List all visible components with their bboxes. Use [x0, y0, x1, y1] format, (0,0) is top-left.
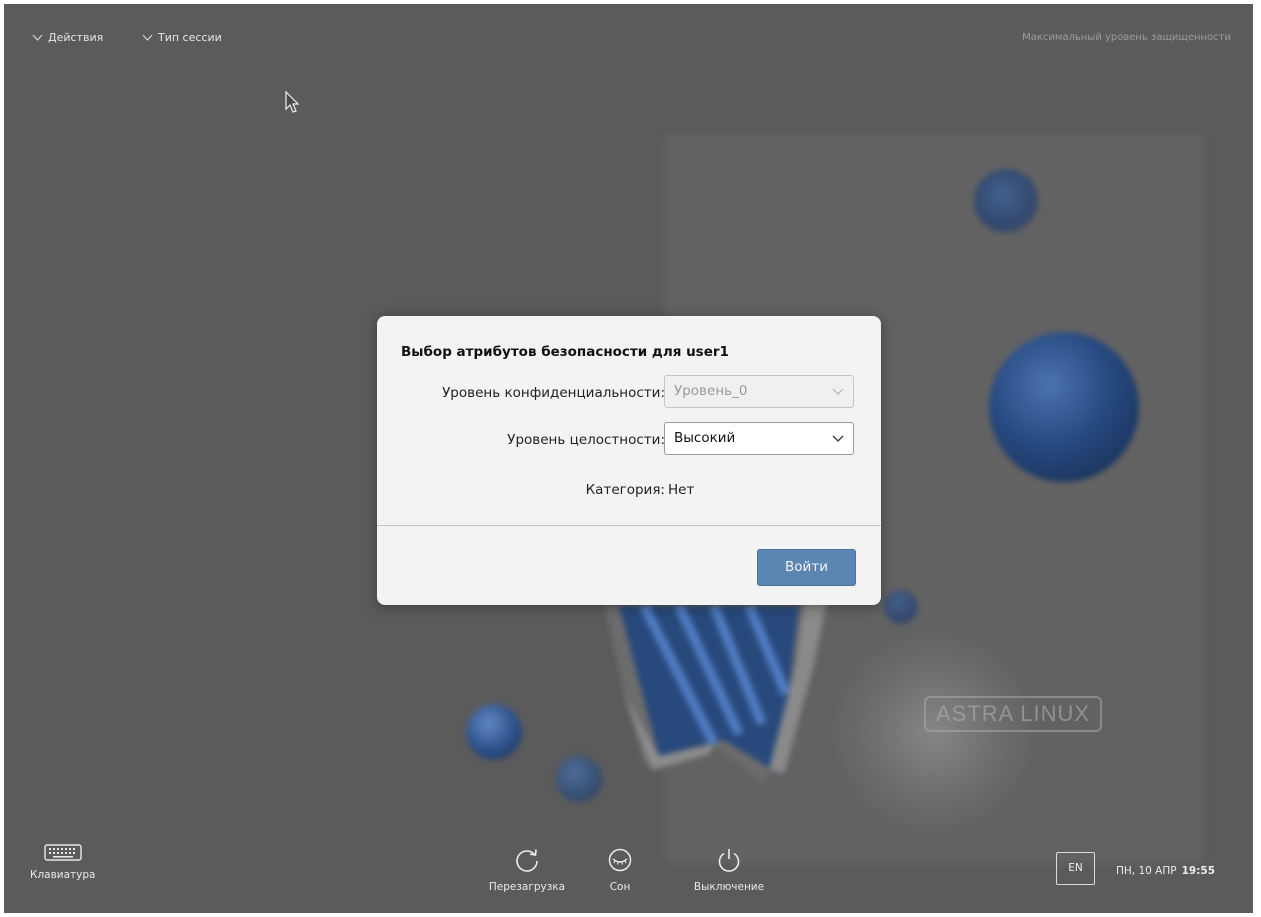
category-label: Категория: — [585, 482, 665, 498]
integrity-label: Уровень целостности: — [507, 432, 665, 448]
security-level-label: Максимальный уровень защищенности — [1022, 32, 1231, 43]
restart-label: Перезагрузка — [488, 881, 566, 893]
power-icon — [718, 849, 740, 872]
confidentiality-value: Уровень_0 — [674, 383, 748, 399]
actions-menu-label: Действия — [48, 31, 104, 44]
sleep-label: Сон — [609, 881, 631, 893]
wallpaper-sphere — [556, 756, 602, 802]
wallpaper-sphere — [466, 704, 522, 760]
actions-menu[interactable]: Действия — [32, 31, 103, 44]
security-attributes-dialog: Выбор атрибутов безопасности для user1 У… — [377, 316, 881, 605]
chevron-down-icon — [832, 388, 844, 395]
shutdown-button[interactable]: Выключение — [684, 847, 774, 893]
wallpaper-sphere — [884, 590, 918, 624]
time-label: 19:55 — [1181, 865, 1216, 877]
language-indicator[interactable]: EN — [1056, 852, 1095, 885]
chevron-down-icon — [832, 435, 844, 442]
astra-linux-logo: ASTRA LINUX — [924, 696, 1103, 732]
integrity-select[interactable]: Высокий — [664, 422, 854, 455]
wallpaper-sphere — [974, 169, 1038, 233]
session-type-menu-label: Тип сессии — [158, 31, 222, 44]
restart-button[interactable]: Перезагрузка — [482, 847, 572, 893]
wallpaper-sphere — [989, 332, 1139, 482]
keyboard-icon — [44, 844, 82, 861]
date-time: ПН, 10 АПР 19:55 — [1116, 865, 1215, 877]
mouse-cursor-icon — [285, 91, 300, 113]
login-screen: ASTRA LINUX Действия Тип сессии Максимал… — [4, 4, 1253, 913]
chevron-down-icon — [32, 34, 43, 41]
sleep-button[interactable]: Сон — [600, 847, 640, 893]
date-label: ПН, 10 АПР — [1116, 865, 1177, 877]
restart-icon — [516, 849, 538, 872]
keyboard-button[interactable]: Клавиатура — [30, 844, 95, 881]
confidentiality-select: Уровень_0 — [664, 375, 854, 408]
integrity-value: Высокий — [674, 430, 736, 446]
dialog-title: Выбор атрибутов безопасности для user1 — [401, 344, 729, 360]
session-type-menu[interactable]: Тип сессии — [142, 31, 222, 44]
confidentiality-label: Уровень конфиденциальности: — [442, 385, 665, 401]
login-button[interactable]: Войти — [757, 549, 856, 586]
shutdown-label: Выключение — [693, 881, 765, 893]
keyboard-label: Клавиатура — [30, 869, 96, 881]
dialog-divider — [377, 525, 881, 526]
category-value: Нет — [668, 482, 695, 498]
sleep-icon — [608, 848, 632, 872]
chevron-down-icon — [142, 34, 153, 41]
